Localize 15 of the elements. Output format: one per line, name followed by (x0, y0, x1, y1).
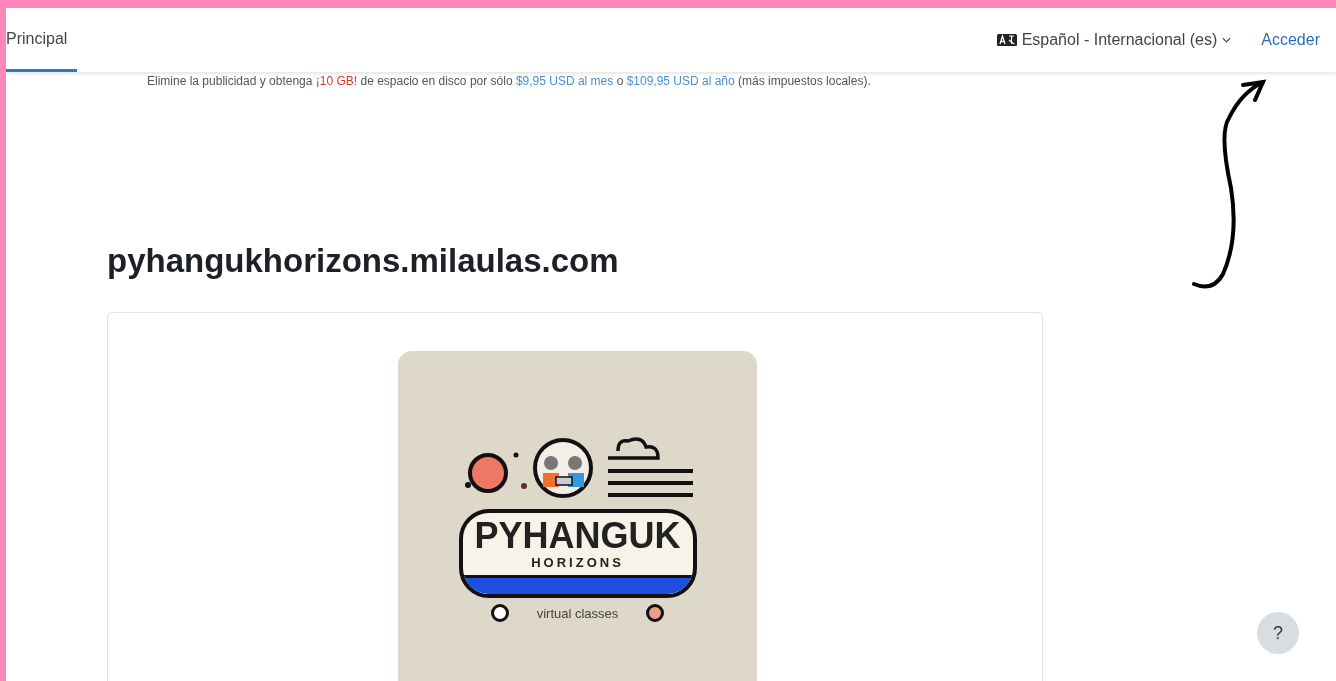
price-link[interactable]: $109,95 USD al año (626, 74, 735, 88)
caret-icon (1222, 37, 1232, 43)
login-link[interactable]: Acceder (1261, 27, 1320, 53)
price-link[interactable]: $9,95 USD al mes (515, 74, 614, 88)
circle-icon (490, 604, 509, 622)
site-title: pyhangukhorizons.milaulas.com (107, 242, 620, 280)
nav-tab[interactable]: Principal (6, 8, 78, 72)
logo-tagline: virtual classes (536, 605, 619, 621)
logo-title: PYHANGUK (474, 517, 681, 555)
advertising-notice: Elimine la publicidad y obtenga ¡10 GB! de espacio en disco por sólo $9,95 USD al mes o $109,95 USD al año (más impuestos locales). (147, 74, 872, 88)
language-icon (996, 34, 1017, 46)
circle-icon (646, 604, 665, 622)
language-selector[interactable]: Español - Internacional (es) (996, 27, 1232, 53)
help-button[interactable]: ? (1257, 612, 1299, 654)
logo-subtitle: HORIZONS (531, 555, 624, 571)
